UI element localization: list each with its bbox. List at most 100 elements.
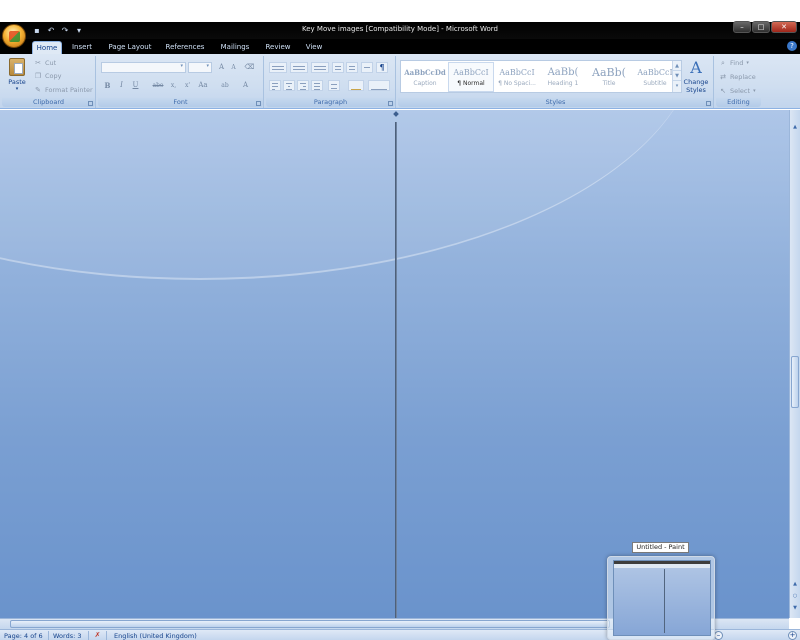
help-icon[interactable]: ?	[787, 41, 797, 51]
align-center-button[interactable]	[283, 80, 295, 91]
borders-button[interactable]	[368, 80, 390, 91]
preview-divider	[664, 569, 665, 633]
zoom-in-icon[interactable]: +	[788, 631, 797, 640]
paragraph-group: ¶ Paragraph	[266, 56, 396, 108]
line-spacing-button[interactable]	[328, 80, 340, 91]
gallery-down-icon[interactable]: ▼	[673, 71, 681, 81]
redo-icon[interactable]: ↷	[60, 26, 70, 36]
close-button[interactable]: ✕	[771, 21, 797, 33]
minimize-button[interactable]: –	[733, 21, 751, 33]
font-size-input[interactable]: ▾	[188, 62, 212, 73]
tab-review[interactable]: Review	[262, 41, 294, 54]
highlight-button[interactable]: ab	[218, 80, 232, 91]
title-bar: Key Move images [Compatibility Mode] - M…	[0, 22, 800, 39]
align-right-button[interactable]	[297, 80, 309, 91]
horizontal-scroll-thumb[interactable]	[10, 620, 610, 628]
paint-window-preview[interactable]	[607, 556, 715, 640]
style-normal[interactable]: AaBbCcI ¶ Normal	[448, 62, 494, 92]
proofing-icon[interactable]: ✗	[93, 631, 102, 640]
bold-button[interactable]: B	[102, 80, 113, 91]
language-indicator[interactable]: English (United Kingdom)	[114, 632, 197, 640]
bullets-button[interactable]	[269, 62, 287, 73]
vertical-scrollbar[interactable]: ▲ ▲ ○ ▼	[789, 110, 800, 618]
style-no-spacing[interactable]: AaBbCcI ¶ No Spaci...	[494, 62, 540, 92]
font-color-button[interactable]: A	[240, 80, 251, 91]
paragraph-launcher-icon[interactable]	[388, 101, 393, 106]
tab-references[interactable]: References	[161, 41, 209, 54]
style-name: Heading 1	[547, 80, 579, 87]
style-heading-1[interactable]: AaBb( Heading 1	[540, 62, 586, 92]
italic-button[interactable]: I	[116, 80, 127, 91]
clear-formatting-icon[interactable]: ⌫	[244, 62, 255, 73]
select-cursor-icon: ↖	[720, 87, 726, 95]
word-count[interactable]: Words: 3	[53, 632, 82, 640]
replace-button[interactable]: ⇄ Replace	[719, 73, 756, 81]
quick-access-toolbar: ▪ ↶ ↷ ▾	[32, 24, 84, 37]
scroll-up-icon[interactable]: ▲	[791, 123, 799, 131]
save-icon[interactable]: ▪	[32, 26, 42, 36]
cut-button[interactable]: ✂ Cut	[34, 59, 56, 67]
shading-button[interactable]	[348, 80, 364, 91]
underline-button[interactable]: U	[130, 80, 141, 91]
style-sample: AaBbCcDd	[404, 68, 446, 77]
next-page-icon[interactable]: ▼	[791, 604, 799, 612]
vertical-scroll-thumb[interactable]	[791, 356, 799, 408]
select-button[interactable]: ↖ Select ▾	[719, 87, 756, 95]
clipboard-icon	[9, 58, 25, 76]
ribbon-tabs: Home Insert Page Layout References Maili…	[0, 39, 800, 54]
style-sample: AaBbCcI	[453, 68, 489, 77]
tab-mailings[interactable]: Mailings	[214, 41, 256, 54]
style-caption[interactable]: AaBbCcDd Caption	[402, 62, 448, 92]
page-count[interactable]: Page: 4 of 6	[4, 632, 43, 640]
decrease-indent-button[interactable]	[332, 62, 344, 73]
tab-insert[interactable]: Insert	[66, 41, 98, 54]
font-name-input[interactable]: ▾	[101, 62, 186, 73]
copy-button[interactable]: ❐ Copy	[34, 72, 62, 80]
style-name: ¶ Normal	[457, 80, 485, 87]
zoom-out-icon[interactable]: –	[714, 631, 723, 640]
status-separator	[48, 631, 49, 640]
show-formatting-marks-button[interactable]: ¶	[376, 62, 388, 73]
justify-button[interactable]	[311, 80, 323, 91]
tab-page-layout[interactable]: Page Layout	[104, 41, 156, 54]
increase-indent-button[interactable]	[346, 62, 358, 73]
tab-home[interactable]: Home	[32, 41, 62, 54]
strikethrough-button[interactable]: abe	[150, 80, 166, 91]
font-launcher-icon[interactable]	[256, 101, 261, 106]
clipboard-group: Paste ▾ ✂ Cut ❐ Copy ✎ Format Painter Cl…	[2, 56, 96, 108]
office-button[interactable]	[2, 24, 26, 48]
align-left-button[interactable]	[269, 80, 281, 91]
shrink-font-button[interactable]: A	[228, 62, 239, 73]
change-case-button[interactable]: Aa	[196, 80, 210, 91]
gallery-up-icon[interactable]: ▲	[673, 61, 681, 71]
style-title[interactable]: AaBb( Title	[586, 62, 632, 92]
font-group: ▾ ▾ A A ⌫ B I U abe x, x' Aa ab A Font	[98, 56, 264, 108]
multilevel-list-button[interactable]	[311, 62, 329, 73]
format-painter-button[interactable]: ✎ Format Painter	[34, 86, 93, 94]
style-name: Title	[602, 80, 616, 87]
paste-button[interactable]: Paste ▾	[4, 58, 30, 92]
change-styles-button[interactable]: A Change Styles	[680, 58, 712, 94]
styles-launcher-icon[interactable]	[706, 101, 711, 106]
customize-qat-icon[interactable]: ▾	[74, 26, 84, 36]
copy-icon: ❐	[34, 72, 42, 80]
background-swoosh	[0, 110, 700, 280]
tab-view[interactable]: View	[300, 41, 328, 54]
replace-label: Replace	[730, 73, 756, 81]
maximize-button[interactable]: □	[752, 21, 770, 33]
grow-font-button[interactable]: A	[216, 62, 227, 73]
find-button[interactable]: ⌕ Find ▾	[719, 59, 749, 67]
superscript-button[interactable]: x'	[182, 80, 193, 91]
subscript-button[interactable]: x,	[168, 80, 179, 91]
clipboard-launcher-icon[interactable]	[88, 101, 93, 106]
change-styles-label-1: Change	[683, 78, 709, 86]
undo-icon[interactable]: ↶	[46, 26, 56, 36]
numbering-button[interactable]	[290, 62, 308, 73]
gallery-more-icon[interactable]: ▾	[673, 81, 681, 91]
style-sample: AaBb(	[592, 66, 626, 79]
sort-icon[interactable]	[361, 62, 373, 73]
gallery-scroll: ▲ ▼ ▾	[672, 61, 681, 92]
browse-object-icon[interactable]: ○	[791, 592, 799, 600]
previous-page-icon[interactable]: ▲	[791, 580, 799, 588]
page-divider	[395, 122, 397, 618]
